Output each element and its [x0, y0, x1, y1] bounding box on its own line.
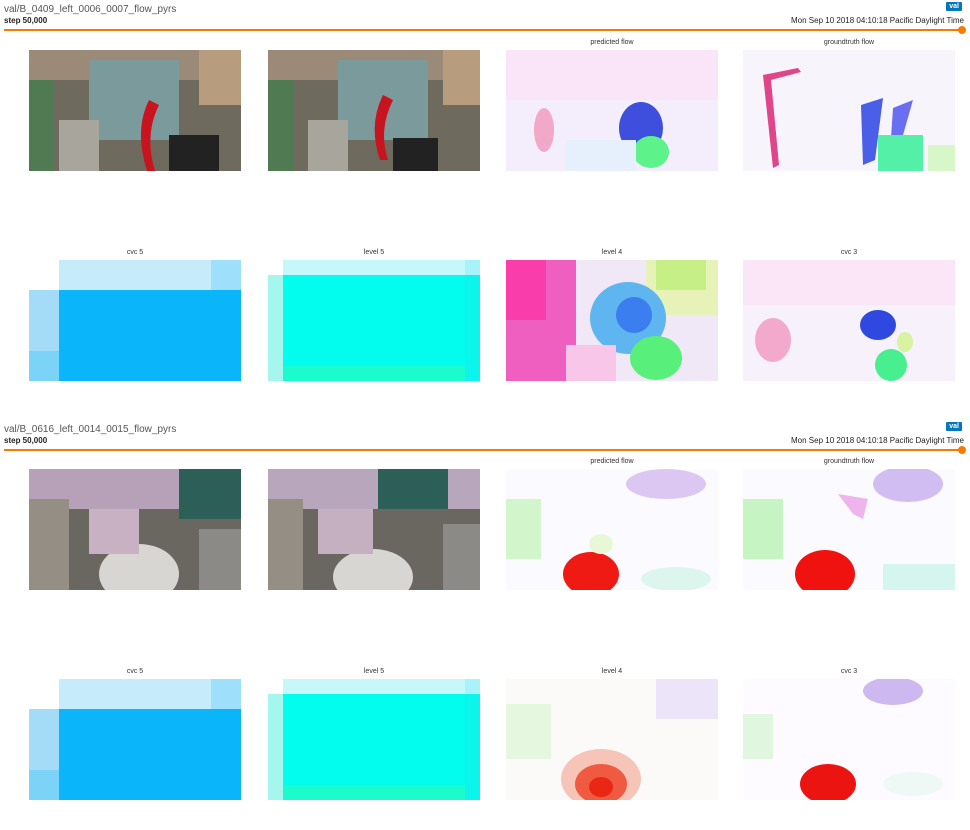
panel-label: level 5 — [363, 668, 385, 675]
step-slider-knob[interactable] — [958, 26, 966, 34]
panel-label: level 4 — [601, 668, 623, 675]
step-slider-knob[interactable] — [958, 446, 966, 454]
panel-label: cvc 5 — [126, 249, 144, 256]
flow-image — [506, 50, 718, 171]
flow-image — [743, 679, 955, 800]
image-card-2: val/B_0616_left_0014_0015_flow_pyrs step… — [0, 420, 970, 830]
panel-label: predicted flow — [590, 458, 634, 465]
panel-label: groundtruth flow — [823, 458, 875, 465]
step-slider-track[interactable] — [4, 449, 962, 451]
panel-label: level 5 — [363, 249, 385, 256]
panel-label: cvc 5 — [126, 668, 144, 675]
panel-label: predicted flow — [590, 39, 634, 46]
step-slider-track[interactable] — [4, 29, 962, 31]
flow-image — [506, 469, 718, 590]
flow-image — [743, 469, 955, 590]
flow-image — [743, 260, 955, 381]
flow-image — [29, 679, 241, 800]
panel-label: level 4 — [601, 249, 623, 256]
step-label: step 50,000 — [4, 436, 48, 445]
card-title: val/B_0409_left_0006_0007_flow_pyrs — [4, 4, 177, 15]
flow-image — [268, 679, 480, 800]
flow-image — [29, 260, 241, 381]
timestamp: Mon Sep 10 2018 04:10:18 Pacific Dayligh… — [791, 16, 964, 25]
flow-image — [506, 679, 718, 800]
run-chip: val — [946, 422, 962, 431]
input-frame-image — [268, 469, 480, 590]
input-frame-image — [29, 469, 241, 590]
run-chip: val — [946, 2, 962, 11]
step-label: step 50,000 — [4, 16, 48, 25]
card-title: val/B_0616_left_0014_0015_flow_pyrs — [4, 424, 177, 435]
panel-label: groundtruth flow — [823, 39, 875, 46]
image-card-1: val/B_0409_left_0006_0007_flow_pyrs step… — [0, 0, 970, 410]
timestamp: Mon Sep 10 2018 04:10:18 Pacific Dayligh… — [791, 436, 964, 445]
flow-image — [743, 50, 955, 171]
flow-image — [506, 260, 718, 381]
input-frame-image — [268, 50, 480, 171]
panel-label: cvc 3 — [840, 668, 858, 675]
flow-image — [268, 260, 480, 381]
input-frame-image — [29, 50, 241, 171]
panel-label: cvc 3 — [840, 249, 858, 256]
